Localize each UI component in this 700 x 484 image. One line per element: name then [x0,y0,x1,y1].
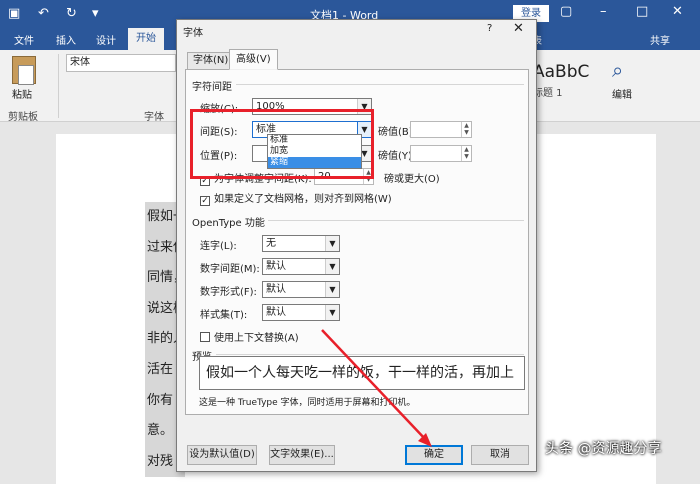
divider [216,354,524,355]
highlight-box [190,109,374,179]
close-icon[interactable]: ✕ [513,21,524,36]
style-sets-label: 样式集(T): [200,310,248,321]
ok-button[interactable]: 确定 [405,445,463,465]
chevron-down-icon[interactable]: ▼ [325,305,339,320]
set-default-button[interactable]: 设为默认值(D) [187,445,257,465]
contextual-checkbox[interactable]: 使用上下文替换(A) [200,329,299,344]
num-spacing-label: 数字间距(M): [200,264,260,275]
contextual-label: 使用上下文替换(A) [214,333,299,344]
paste-label[interactable]: 粘贴 [12,86,32,101]
undo-icon[interactable]: ↶ [38,6,49,21]
watermark: 头条 @资源趣分享 [545,441,662,457]
check-icon[interactable]: ✓ [200,196,210,206]
position-points-spinner[interactable]: ▲ ▼ [410,145,472,162]
divider [236,84,524,85]
kerning-suffix: 磅或更大(O) [384,174,440,185]
style-sets-value: 默认 [266,307,286,318]
share-button[interactable]: 共享 [650,32,670,47]
preview-note: 这是一种 TrueType 字体，同时适用于屏幕和打印机。 [199,398,416,408]
styles-gallery-preview[interactable]: AaBbC [533,62,589,82]
maximize-icon[interactable]: □ [636,4,648,19]
close-window-icon[interactable]: ✕ [672,4,683,19]
chevron-down-icon[interactable]: ▼ [325,282,339,297]
tab-font[interactable]: 字体(N) [187,52,235,69]
help-button[interactable]: ? [487,23,492,34]
checkbox-box[interactable] [200,332,210,342]
ribbon-display-icon[interactable]: ▢ [560,4,572,19]
ribbon-separator [58,54,59,118]
tab-insert[interactable]: 插入 [56,32,76,47]
preview-box: 假如一个人每天吃一样的饭，干一样的活，再加上 [199,356,525,390]
font-dialog: 字体 ? ✕ 字体(N) 高级(V) 字符间距 缩放(C): 100% ▼ 间距… [176,19,537,472]
ligatures-select[interactable]: 无 ▼ [262,235,340,252]
search-icon[interactable]: ⌕ [612,58,623,82]
spin-arrows-icon[interactable]: ▲ ▼ [461,146,471,161]
opentype-heading: OpenType 功能 [192,218,265,229]
char-spacing-heading: 字符间距 [192,82,232,93]
tab-design[interactable]: 设计 [96,32,116,47]
dialog-title: 字体 [183,28,203,39]
edit-group-label[interactable]: 编辑 [612,86,632,101]
cancel-button[interactable]: 取消 [471,445,529,465]
redo-icon[interactable]: ↻ [66,6,77,21]
divider [268,220,524,221]
minimize-icon[interactable]: – [600,4,607,19]
grid-checkbox[interactable]: ✓ 如果定义了文档网格，则对齐到网格(W) [200,190,392,206]
spacing-points-spinner[interactable]: ▲ ▼ [410,121,472,138]
ligatures-label: 连字(L): [200,241,237,252]
grid-label: 如果定义了文档网格，则对齐到网格(W) [214,194,392,205]
text-effects-button[interactable]: 文字效果(E)... [269,445,335,465]
num-forms-value: 默认 [266,284,286,295]
paste-icon[interactable] [12,56,36,85]
ligatures-value: 无 [266,238,276,249]
num-forms-select[interactable]: 默认 ▼ [262,281,340,298]
qat-dropdown-icon[interactable]: ▾ [92,6,99,21]
tab-file[interactable]: 文件 [14,32,34,47]
tab-home[interactable]: 开始 [128,28,164,50]
num-spacing-select[interactable]: 默认 ▼ [262,258,340,275]
styles-caption: 标题 1 [533,88,563,99]
font-group-label: 字体 [144,112,164,123]
chevron-down-icon[interactable]: ▼ [325,236,339,251]
font-name-combo[interactable]: 宋体 [66,54,176,72]
save-icon[interactable]: ▣ [8,6,20,21]
chevron-down-icon[interactable]: ▼ [325,259,339,274]
style-sets-select[interactable]: 默认 ▼ [262,304,340,321]
num-spacing-value: 默认 [266,261,286,272]
spin-arrows-icon[interactable]: ▲ ▼ [461,122,471,137]
tab-advanced[interactable]: 高级(V) [229,49,278,70]
num-forms-label: 数字形式(F): [200,287,257,298]
clipboard-group-label: 剪贴板 [8,112,38,123]
